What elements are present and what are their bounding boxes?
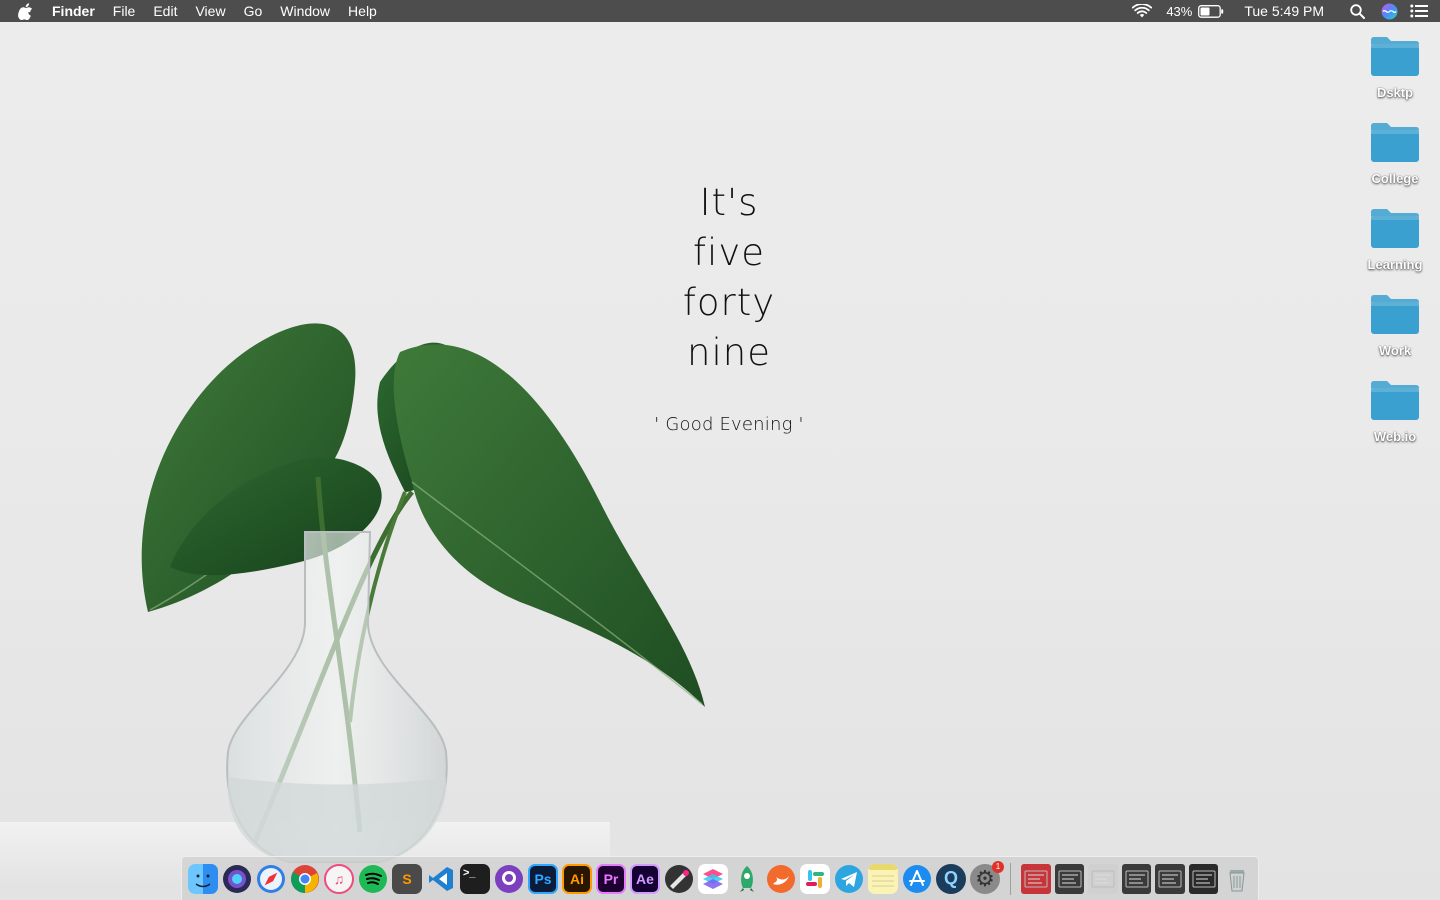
dock-stack-6-icon[interactable] <box>1188 863 1219 894</box>
clock-line-4: nine <box>687 331 771 374</box>
dock-slot <box>424 864 458 894</box>
wallpaper <box>0 22 1440 900</box>
dock-slot <box>288 864 322 894</box>
dock-quicktime-icon[interactable]: Q <box>936 863 966 894</box>
dock: ♫ S >_ Ps Ai Pr Ae Q ⚙ 1 <box>181 856 1259 900</box>
dock-slot <box>730 864 764 894</box>
dock-slot: Ai <box>560 863 594 894</box>
folder-icon <box>1371 37 1419 76</box>
dock-slot <box>866 863 900 894</box>
menu-bar-left: Finder File Edit View Go Window Help <box>18 0 395 22</box>
dock-terminal-icon[interactable]: >_ <box>460 863 490 894</box>
dock-github-desktop-icon[interactable] <box>494 864 524 894</box>
dock-stack-2-icon[interactable] <box>1054 863 1085 894</box>
dock-slot: Ps <box>526 863 560 894</box>
dock-slot <box>662 864 696 894</box>
folder-label: Dsktp <box>1376 85 1414 100</box>
desktop-folder[interactable]: Web.io <box>1350 378 1440 464</box>
dock-slot: Q <box>934 863 968 894</box>
dock-slot: S <box>390 863 424 894</box>
folder-label: Work <box>1378 343 1412 358</box>
dock-slack-icon[interactable] <box>800 863 830 894</box>
wallpaper-plant-image <box>141 323 705 863</box>
desktop-folders: Dsktp College Learning Work Web.io <box>1350 34 1440 464</box>
dock-siri-icon[interactable] <box>222 864 252 894</box>
clock-line-2: five <box>693 231 765 274</box>
dock-chrome-icon[interactable] <box>290 864 320 894</box>
dock-sublime-text-icon[interactable]: S <box>392 863 422 894</box>
folder-icon <box>1371 123 1419 162</box>
dock-vscode-icon[interactable] <box>426 864 456 894</box>
clock-widget: It's five forty nine ' Good Evening ' <box>600 178 858 435</box>
dock-itunes-icon[interactable]: ♫ <box>324 863 354 894</box>
menu-app-name[interactable]: Finder <box>52 3 95 19</box>
clock-line-1: It's <box>699 181 759 224</box>
dock-slot <box>186 863 220 894</box>
dock-slot <box>254 864 288 894</box>
dock-rocket-typist-icon[interactable] <box>732 864 762 894</box>
dock-slot: Pr <box>594 863 628 894</box>
menu-view[interactable]: View <box>195 3 225 19</box>
desktop-folder[interactable]: College <box>1350 120 1440 206</box>
dock-slot: ♫ <box>322 863 356 894</box>
dock-slot <box>764 864 798 894</box>
siri-icon[interactable] <box>1381 3 1398 20</box>
dock-app-store-icon[interactable] <box>902 864 932 894</box>
dock-trash-icon[interactable] <box>1222 864 1252 894</box>
battery-icon[interactable] <box>1198 4 1224 18</box>
dock-telegram-icon[interactable] <box>834 864 864 894</box>
dock-separator <box>1010 862 1011 895</box>
dock-pixelmator-icon[interactable] <box>664 864 694 894</box>
dock-slot <box>900 864 934 894</box>
dock-finder-icon[interactable] <box>188 863 218 894</box>
apple-menu-icon[interactable] <box>18 2 34 20</box>
battery-percent[interactable]: 43% <box>1166 4 1192 19</box>
desktop-folder[interactable]: Learning <box>1350 206 1440 292</box>
dock-sketchbook-icon[interactable] <box>698 863 728 894</box>
dock-stack-5-icon[interactable] <box>1155 863 1185 894</box>
desktop-folder[interactable]: Dsktp <box>1350 34 1440 120</box>
dock-illustrator-icon[interactable]: Ai <box>562 863 592 894</box>
menu-help[interactable]: Help <box>348 3 377 19</box>
folder-label: Learning <box>1367 257 1423 272</box>
dock-slot: ⚙ 1 <box>968 860 1004 894</box>
folder-label: Web.io <box>1373 429 1417 444</box>
dock-notes-icon[interactable] <box>868 863 898 894</box>
dock-after-effects-icon[interactable]: Ae <box>630 863 660 894</box>
menu-window[interactable]: Window <box>280 3 330 19</box>
menu-go[interactable]: Go <box>244 3 263 19</box>
menu-clock[interactable]: Tue 5:49 PM <box>1244 3 1324 19</box>
folder-icon <box>1371 381 1419 420</box>
dock-slot: Ae <box>628 863 662 894</box>
notification-badge: 1 <box>992 860 1004 873</box>
dock-stack-1-icon[interactable] <box>1020 863 1051 894</box>
wifi-icon[interactable] <box>1132 4 1153 18</box>
dock-photoshop-icon[interactable]: Ps <box>528 863 558 894</box>
clock-line-3: forty <box>682 281 776 324</box>
dock-slot <box>220 864 254 894</box>
folder-icon <box>1371 295 1419 334</box>
dock-stack-3-icon[interactable] <box>1088 863 1118 894</box>
folder-icon <box>1371 209 1419 248</box>
dock-slot <box>832 864 866 894</box>
greeting-text: ' Good Evening ' <box>654 414 804 435</box>
dock-slot <box>696 863 730 894</box>
notification-center-icon[interactable] <box>1410 4 1428 18</box>
folder-label: College <box>1371 171 1419 186</box>
dock-stack-4-icon[interactable] <box>1121 863 1152 894</box>
dock-spotify-icon[interactable] <box>358 864 388 894</box>
dock-slot <box>356 864 390 894</box>
dock-slot <box>492 864 526 894</box>
dock-slot: >_ <box>458 863 492 894</box>
desktop-folder[interactable]: Work <box>1350 292 1440 378</box>
dock-premiere-icon[interactable]: Pr <box>596 863 626 894</box>
menu-file[interactable]: File <box>113 3 136 19</box>
menu-bar: Finder File Edit View Go Window Help 43%… <box>0 0 1440 22</box>
spotlight-search-icon[interactable] <box>1350 3 1365 19</box>
dock-slot <box>798 863 832 894</box>
dock-swift-playgrounds-icon[interactable] <box>766 864 796 894</box>
menu-edit[interactable]: Edit <box>153 3 177 19</box>
dock-safari-icon[interactable] <box>256 864 286 894</box>
menu-bar-right: 43% Tue 5:49 PM <box>1118 0 1428 22</box>
